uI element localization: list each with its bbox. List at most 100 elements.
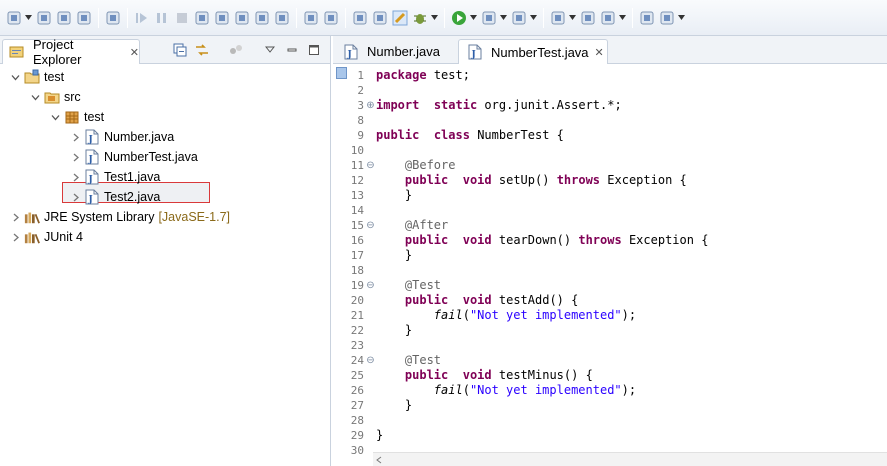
line-number: 19 bbox=[350, 279, 364, 292]
new-package-icon[interactable] bbox=[351, 9, 369, 27]
save-icon[interactable] bbox=[35, 9, 53, 27]
next-annotation-icon[interactable] bbox=[658, 9, 676, 27]
keyword-token: public bbox=[404, 233, 449, 247]
chevron-right-icon[interactable] bbox=[68, 150, 82, 164]
tree-item[interactable]: J Test2.java bbox=[0, 187, 330, 207]
line-number-gutter: 1 2 3 ⊕ 8 9 10 11 ⊖ 12 13 14 15 ⊖ 16 17 18 19 ⊖ 20 21 22 23 24 ⊖… bbox=[347, 64, 375, 466]
new-class-icon[interactable] bbox=[510, 9, 528, 27]
tree-item[interactable]: src bbox=[0, 87, 330, 107]
resume-icon[interactable] bbox=[133, 9, 151, 27]
java-file-icon: J bbox=[84, 149, 100, 165]
line-number: 16 bbox=[350, 234, 364, 247]
terminate-icon[interactable] bbox=[173, 9, 191, 27]
step-into-icon[interactable] bbox=[213, 9, 231, 27]
dropdown-arrow-icon[interactable] bbox=[677, 9, 685, 27]
current-line-marker bbox=[336, 67, 347, 79]
collapse-fold-icon[interactable]: ⊖ bbox=[366, 278, 375, 293]
chevron-right-icon[interactable] bbox=[8, 230, 22, 244]
scroll-left-icon[interactable] bbox=[375, 456, 383, 464]
tree-item[interactable]: J Test1.java bbox=[0, 167, 330, 187]
toggle-highlight-icon[interactable] bbox=[391, 9, 409, 27]
tree-item[interactable]: test bbox=[0, 67, 330, 87]
dropdown-arrow-icon[interactable] bbox=[499, 9, 507, 27]
collapse-fold-icon[interactable]: ⊖ bbox=[366, 218, 375, 233]
code-token: ); bbox=[621, 383, 637, 397]
project-explorer-tabbar: Project Explorer ✕ bbox=[0, 36, 330, 67]
dropdown-arrow-icon[interactable] bbox=[529, 9, 537, 27]
new-icon[interactable] bbox=[5, 9, 23, 27]
toolbar-separator bbox=[98, 7, 99, 28]
view-menu-icon[interactable] bbox=[262, 42, 278, 58]
link-with-editor-icon[interactable] bbox=[194, 42, 210, 58]
step-over-icon[interactable] bbox=[233, 9, 251, 27]
chevron-right-icon[interactable] bbox=[8, 210, 22, 224]
tab-number-java[interactable]: J Number.java bbox=[335, 39, 453, 64]
chevron-down-icon[interactable] bbox=[48, 110, 62, 124]
open-folder-icon[interactable] bbox=[579, 9, 597, 27]
tree-item[interactable]: J Number.java bbox=[0, 127, 330, 147]
step-return-icon[interactable] bbox=[253, 9, 271, 27]
code-token: } bbox=[376, 428, 384, 442]
use-step-filters-icon[interactable] bbox=[302, 9, 320, 27]
new-interface-icon[interactable] bbox=[549, 9, 567, 27]
tab-numbertest-java[interactable]: J NumberTest.java ✕ bbox=[458, 39, 608, 64]
code-line: public void testAdd() { bbox=[376, 293, 578, 308]
tree-item-label: Number.java bbox=[104, 130, 175, 144]
collapse-all-icon[interactable] bbox=[172, 42, 188, 58]
chevron-right-icon[interactable] bbox=[68, 190, 82, 204]
skip-breakpoints-icon[interactable] bbox=[104, 9, 122, 27]
expand-fold-icon[interactable]: ⊕ bbox=[366, 98, 375, 113]
close-icon[interactable]: ✕ bbox=[595, 46, 604, 59]
library-icon bbox=[24, 229, 40, 245]
line-number: 17 bbox=[350, 249, 364, 262]
drop-to-frame-icon[interactable] bbox=[273, 9, 291, 27]
dropdown-arrow-icon[interactable] bbox=[469, 9, 477, 27]
annotation-token: @After bbox=[404, 218, 449, 232]
dropdown-arrow-icon[interactable] bbox=[618, 9, 626, 27]
code-line: } bbox=[376, 398, 412, 413]
print-icon[interactable] bbox=[75, 9, 93, 27]
minimize-icon[interactable] bbox=[284, 42, 300, 58]
horizontal-scrollbar[interactable] bbox=[373, 452, 887, 466]
new-java-project-icon[interactable] bbox=[322, 9, 340, 27]
search-icon[interactable] bbox=[599, 9, 617, 27]
close-icon[interactable]: ✕ bbox=[130, 46, 139, 59]
suspend-icon[interactable] bbox=[153, 9, 171, 27]
maximize-icon[interactable] bbox=[306, 42, 322, 58]
collapse-fold-icon[interactable]: ⊖ bbox=[366, 353, 375, 368]
tree-item[interactable]: JUnit 4 bbox=[0, 227, 330, 247]
line-number: 3 bbox=[357, 99, 364, 112]
svg-text:J: J bbox=[88, 155, 93, 165]
dropdown-arrow-icon[interactable] bbox=[24, 9, 32, 27]
chevron-right-icon[interactable] bbox=[68, 130, 82, 144]
chevron-down-icon[interactable] bbox=[28, 90, 42, 104]
code-token: Exception { bbox=[607, 173, 687, 187]
project-explorer-tab-label: Project Explorer bbox=[33, 37, 82, 67]
editor-tab-label: Number.java bbox=[367, 44, 440, 59]
run-icon[interactable] bbox=[450, 9, 468, 27]
chevron-down-icon[interactable] bbox=[8, 70, 22, 84]
debug-icon[interactable] bbox=[411, 9, 429, 27]
save-all-icon[interactable] bbox=[55, 9, 73, 27]
globe-icon[interactable] bbox=[638, 9, 656, 27]
collapse-fold-icon[interactable]: ⊖ bbox=[366, 158, 375, 173]
dropdown-arrow-icon[interactable] bbox=[568, 9, 576, 27]
tree-item[interactable]: test bbox=[0, 107, 330, 127]
dropdown-arrow-icon[interactable] bbox=[430, 9, 438, 27]
open-type-icon[interactable] bbox=[371, 9, 389, 27]
code-editor[interactable]: 1 2 3 ⊕ 8 9 10 11 ⊖ 12 13 14 15 ⊖ 16 17 18 19 ⊖ 20 21 22 23 24 ⊖… bbox=[333, 64, 887, 466]
tree-item-selected[interactable]: J NumberTest.java bbox=[0, 147, 330, 167]
filters-icon[interactable] bbox=[228, 42, 244, 58]
code-line: public void testMinus() { bbox=[376, 368, 593, 383]
chevron-right-icon[interactable] bbox=[68, 170, 82, 184]
project-icon bbox=[24, 69, 40, 85]
tree-item[interactable]: JRE System Library [JavaSE-1.7] bbox=[0, 207, 330, 227]
tab-project-explorer[interactable]: Project Explorer ✕ bbox=[2, 37, 140, 67]
line-number: 20 bbox=[350, 294, 364, 307]
external-tools-icon[interactable] bbox=[480, 9, 498, 27]
disconnect-icon[interactable] bbox=[193, 9, 211, 27]
